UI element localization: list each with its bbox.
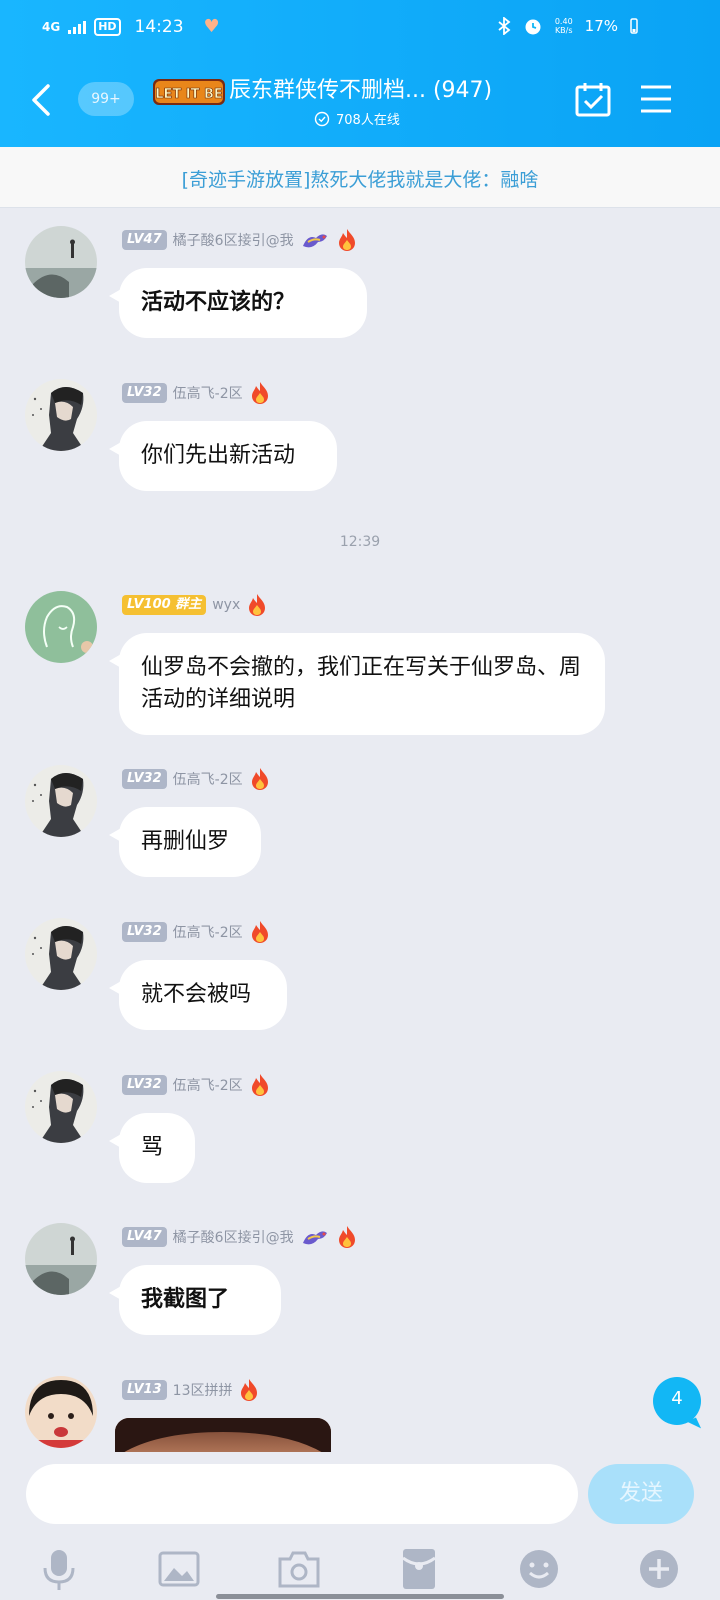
sender-meta: LV47 橘子酸6区接引@我: [122, 1226, 358, 1248]
message-bubble[interactable]: 我截图了: [109, 1265, 281, 1335]
sender-meta: LV32 伍高飞-2区: [122, 768, 271, 790]
avatar[interactable]: [25, 591, 97, 663]
battery-level: 17%: [584, 17, 618, 35]
level-badge: LV32: [122, 922, 167, 942]
group-announcement[interactable]: [奇迹手游放置]熬死大佬我就是大佬：融啥: [0, 147, 720, 208]
home-indicator[interactable]: [216, 1594, 504, 1599]
sender-meta: LV32 伍高飞-2区: [122, 382, 271, 404]
fire-icon: [251, 921, 268, 943]
fire-icon: [338, 229, 355, 251]
plus-icon[interactable]: [636, 1546, 682, 1592]
avatar[interactable]: [25, 226, 97, 298]
message-input[interactable]: [26, 1464, 578, 1524]
message-bubble[interactable]: 就不会被吗: [109, 960, 287, 1030]
sender-name[interactable]: 伍高飞-2区: [173, 922, 243, 942]
online-count[interactable]: 708人在线: [314, 109, 400, 128]
avatar[interactable]: [25, 1376, 97, 1448]
message-bubble[interactable]: 再删仙罗: [109, 807, 261, 877]
send-button[interactable]: 发送: [588, 1464, 694, 1524]
announcement-text: [奇迹手游放置]熬死大佬我就是大佬：融啥: [181, 169, 539, 191]
fire-icon: [251, 768, 268, 790]
time-separator: 12:39: [339, 534, 381, 550]
level-badge: LV32: [122, 1075, 167, 1095]
dragon-badge-icon: [302, 234, 327, 248]
fire-icon: [241, 1379, 258, 1401]
fire-icon: [249, 594, 266, 616]
owner-level-badge: LV100 群主: [122, 595, 207, 615]
level-badge: LV47: [122, 230, 167, 250]
image-icon[interactable]: [156, 1546, 202, 1592]
hd-badge: HD: [94, 17, 121, 36]
fire-icon: [251, 1074, 268, 1096]
red-packet-icon[interactable]: [396, 1546, 442, 1592]
group-logo: LET IT BE: [153, 79, 225, 105]
signal-icon: [68, 20, 87, 34]
message-bubble[interactable]: 你们先出新活动: [109, 421, 337, 491]
sender-name[interactable]: 伍高飞-2区: [173, 1075, 243, 1095]
avatar[interactable]: [25, 1223, 97, 1295]
menu-button[interactable]: [640, 84, 672, 114]
group-title[interactable]: 辰东群侠传不删档... (947): [229, 72, 492, 104]
calendar-checkin-button[interactable]: [575, 82, 611, 118]
avatar[interactable]: [25, 379, 97, 451]
avatar[interactable]: [25, 1071, 97, 1143]
sender-name[interactable]: 橘子酸6区接引@我: [173, 1227, 294, 1247]
sender-meta: LV32 伍高飞-2区: [122, 1074, 271, 1096]
message-bubble[interactable]: 活动不应该的？: [109, 268, 367, 338]
emoji-icon[interactable]: [516, 1546, 562, 1592]
online-check-icon: [314, 111, 330, 126]
new-message-badge[interactable]: 4: [653, 1377, 701, 1425]
avatar[interactable]: [25, 765, 97, 837]
alarm-icon: [525, 19, 541, 35]
bluetooth-icon: [498, 17, 511, 35]
level-badge: LV47: [122, 1227, 167, 1247]
back-button[interactable]: [26, 82, 56, 118]
composer: 发送: [0, 1452, 720, 1600]
heart-icon: ♥: [203, 16, 220, 37]
network-speed: 0.40 KB/s: [554, 17, 573, 35]
status-bar: 4G HD 14:23 ♥ 0.40 KB/s 17%: [0, 14, 720, 44]
sender-name[interactable]: 橘子酸6区接引@我: [173, 230, 294, 250]
sender-meta: LV47 橘子酸6区接引@我: [122, 229, 358, 251]
level-badge: LV32: [122, 769, 167, 789]
unread-count-pill[interactable]: 99+: [78, 82, 134, 116]
sender-name[interactable]: wyx: [212, 597, 240, 613]
level-badge: LV32: [122, 383, 167, 403]
avatar[interactable]: [25, 918, 97, 990]
microphone-icon[interactable]: [36, 1546, 82, 1592]
sender-name[interactable]: 13区拼拼: [173, 1380, 233, 1400]
sender-meta: LV32 伍高飞-2区: [122, 921, 271, 943]
camera-icon[interactable]: [276, 1546, 322, 1592]
message-bubble[interactable]: 骂: [109, 1113, 195, 1183]
sender-name[interactable]: 伍高飞-2区: [173, 383, 243, 403]
sender-name[interactable]: 伍高飞-2区: [173, 769, 243, 789]
dragon-badge-icon: [302, 1231, 327, 1245]
network-type: 4G: [42, 19, 61, 34]
battery-icon: [630, 18, 638, 34]
message-bubble[interactable]: 仙罗岛不会撤的，我们正在写关于仙罗岛、周活动的详细说明: [109, 633, 605, 735]
sender-meta: LV13 13区拼拼: [122, 1379, 260, 1401]
level-badge: LV13: [122, 1380, 167, 1400]
fire-icon: [338, 1226, 355, 1248]
svg-text:LET IT BE: LET IT BE: [155, 87, 223, 102]
fire-icon: [251, 382, 268, 404]
sender-meta: LV100 群主 wyx: [122, 594, 268, 616]
status-time: 14:23: [134, 16, 184, 37]
chat-header: 4G HD 14:23 ♥ 0.40 KB/s 17% 99+ LET IT B…: [0, 0, 720, 147]
composer-toolbar: [0, 1546, 720, 1596]
